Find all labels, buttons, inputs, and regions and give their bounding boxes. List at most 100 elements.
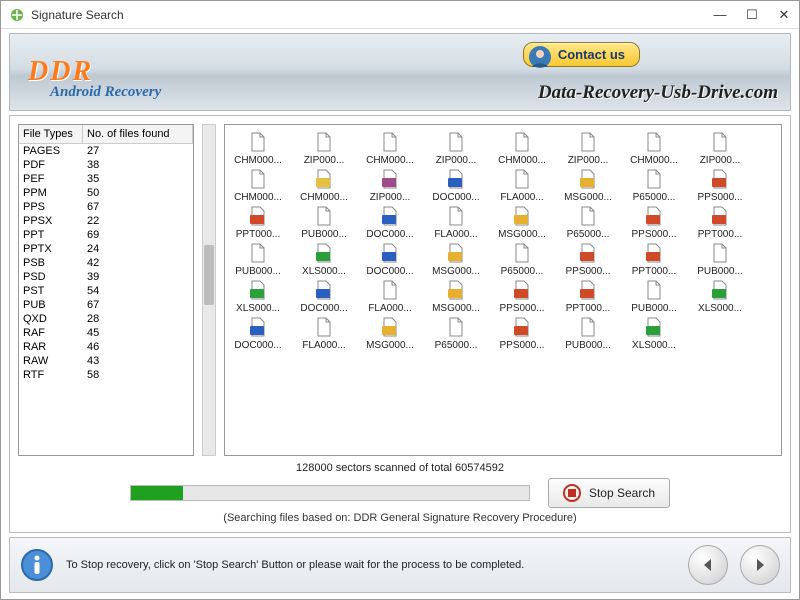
forward-button[interactable] — [740, 545, 780, 585]
table-row[interactable]: PST54 — [19, 284, 193, 298]
file-item[interactable]: P65000... — [493, 242, 551, 277]
file-item[interactable]: XLS000... — [691, 279, 749, 314]
file-type-icon — [379, 242, 401, 264]
file-item[interactable]: PPS000... — [493, 279, 551, 314]
table-row[interactable]: PPT69 — [19, 228, 193, 242]
file-item[interactable]: FLA000... — [361, 279, 419, 314]
progress-fill — [131, 486, 183, 500]
table-row[interactable]: PAGES27 — [19, 144, 193, 158]
table-row[interactable]: RAR46 — [19, 340, 193, 354]
table-row[interactable]: PUB67 — [19, 298, 193, 312]
file-item[interactable]: P65000... — [625, 168, 683, 203]
file-item[interactable]: PUB000... — [625, 279, 683, 314]
back-button[interactable] — [688, 545, 728, 585]
file-label: PUB000... — [559, 340, 617, 351]
file-type-icon — [709, 131, 731, 153]
file-item[interactable]: ZIP000... — [295, 131, 353, 166]
file-item[interactable]: MSG000... — [361, 316, 419, 351]
file-item[interactable]: DOC000... — [295, 279, 353, 314]
file-item[interactable]: DOC000... — [361, 205, 419, 240]
table-row[interactable]: PDF38 — [19, 158, 193, 172]
file-item[interactable]: CHM000... — [361, 131, 419, 166]
file-type-icon — [643, 205, 665, 227]
file-item[interactable]: XLS000... — [295, 242, 353, 277]
file-type-icon — [379, 205, 401, 227]
file-item[interactable]: DOC000... — [361, 242, 419, 277]
file-label: FLA000... — [361, 303, 419, 314]
cell-count: 39 — [83, 270, 193, 284]
file-item[interactable]: MSG000... — [427, 242, 485, 277]
file-item[interactable]: ZIP000... — [559, 131, 617, 166]
table-row[interactable]: PPSX22 — [19, 214, 193, 228]
table-row[interactable]: RTF58 — [19, 368, 193, 382]
file-type-icon — [577, 242, 599, 264]
file-item[interactable]: FLA000... — [295, 316, 353, 351]
file-type-icon — [511, 168, 533, 190]
file-type-icon — [313, 168, 335, 190]
file-item[interactable]: PPS000... — [559, 242, 617, 277]
file-item[interactable]: ZIP000... — [361, 168, 419, 203]
file-item[interactable]: PUB000... — [691, 242, 749, 277]
footer-bar: To Stop recovery, click on 'Stop Search'… — [9, 537, 791, 593]
file-type-icon — [313, 131, 335, 153]
contact-us-button[interactable]: Contact us — [523, 42, 640, 67]
table-row[interactable]: RAF45 — [19, 326, 193, 340]
files-panel: CHM000...ZIP000...CHM000...ZIP000...CHM0… — [224, 124, 782, 456]
file-item[interactable]: MSG000... — [427, 279, 485, 314]
table-row[interactable]: PEF35 — [19, 172, 193, 186]
table-row[interactable]: PSB42 — [19, 256, 193, 270]
file-item[interactable]: DOC000... — [427, 168, 485, 203]
table-row[interactable]: RAW43 — [19, 354, 193, 368]
table-row[interactable]: QXD28 — [19, 312, 193, 326]
file-item[interactable]: PPT000... — [559, 279, 617, 314]
file-label: PUB000... — [625, 303, 683, 314]
table-row[interactable]: PPM50 — [19, 186, 193, 200]
file-label: PPT000... — [691, 229, 749, 240]
close-button[interactable]: ✕ — [777, 8, 791, 22]
table-row[interactable]: PPS67 — [19, 200, 193, 214]
file-type-icon — [445, 205, 467, 227]
file-label: DOC000... — [295, 303, 353, 314]
file-item[interactable]: PUB000... — [229, 242, 287, 277]
file-item[interactable]: PPS000... — [625, 205, 683, 240]
col-files-found[interactable]: No. of files found — [83, 125, 193, 143]
file-type-icon — [379, 316, 401, 338]
file-item[interactable]: PPS000... — [691, 168, 749, 203]
col-file-types[interactable]: File Types — [19, 125, 83, 143]
scrollbar-thumb[interactable] — [204, 245, 214, 305]
file-item[interactable]: PPT000... — [229, 205, 287, 240]
maximize-button[interactable]: ☐ — [745, 8, 759, 22]
file-item[interactable]: XLS000... — [229, 279, 287, 314]
file-item[interactable]: P65000... — [427, 316, 485, 351]
file-item[interactable]: CHM000... — [625, 131, 683, 166]
file-item[interactable]: CHM000... — [229, 131, 287, 166]
stop-icon — [563, 484, 581, 502]
stop-search-button[interactable]: Stop Search — [548, 478, 670, 508]
file-item[interactable]: P65000... — [559, 205, 617, 240]
file-item[interactable]: MSG000... — [559, 168, 617, 203]
table-row[interactable]: PPTX24 — [19, 242, 193, 256]
file-item[interactable]: PPT000... — [691, 205, 749, 240]
progress-bar — [130, 485, 530, 501]
file-item[interactable]: PUB000... — [559, 316, 617, 351]
file-item[interactable]: FLA000... — [427, 205, 485, 240]
file-item[interactable]: ZIP000... — [427, 131, 485, 166]
file-item[interactable]: PUB000... — [295, 205, 353, 240]
file-item[interactable]: MSG000... — [493, 205, 551, 240]
file-item[interactable]: CHM000... — [229, 168, 287, 203]
left-scrollbar[interactable] — [202, 124, 216, 456]
file-item[interactable]: ZIP000... — [691, 131, 749, 166]
file-label: CHM000... — [361, 155, 419, 166]
file-item[interactable]: PPS000... — [493, 316, 551, 351]
file-item[interactable]: XLS000... — [625, 316, 683, 351]
info-icon — [20, 548, 54, 582]
file-item[interactable]: FLA000... — [493, 168, 551, 203]
file-item[interactable]: CHM000... — [493, 131, 551, 166]
file-item[interactable]: DOC000... — [229, 316, 287, 351]
file-type-icon — [709, 205, 731, 227]
table-row[interactable]: PSD39 — [19, 270, 193, 284]
minimize-button[interactable]: — — [713, 8, 727, 22]
cell-type: PST — [19, 284, 83, 298]
file-item[interactable]: PPT000... — [625, 242, 683, 277]
file-item[interactable]: CHM000... — [295, 168, 353, 203]
